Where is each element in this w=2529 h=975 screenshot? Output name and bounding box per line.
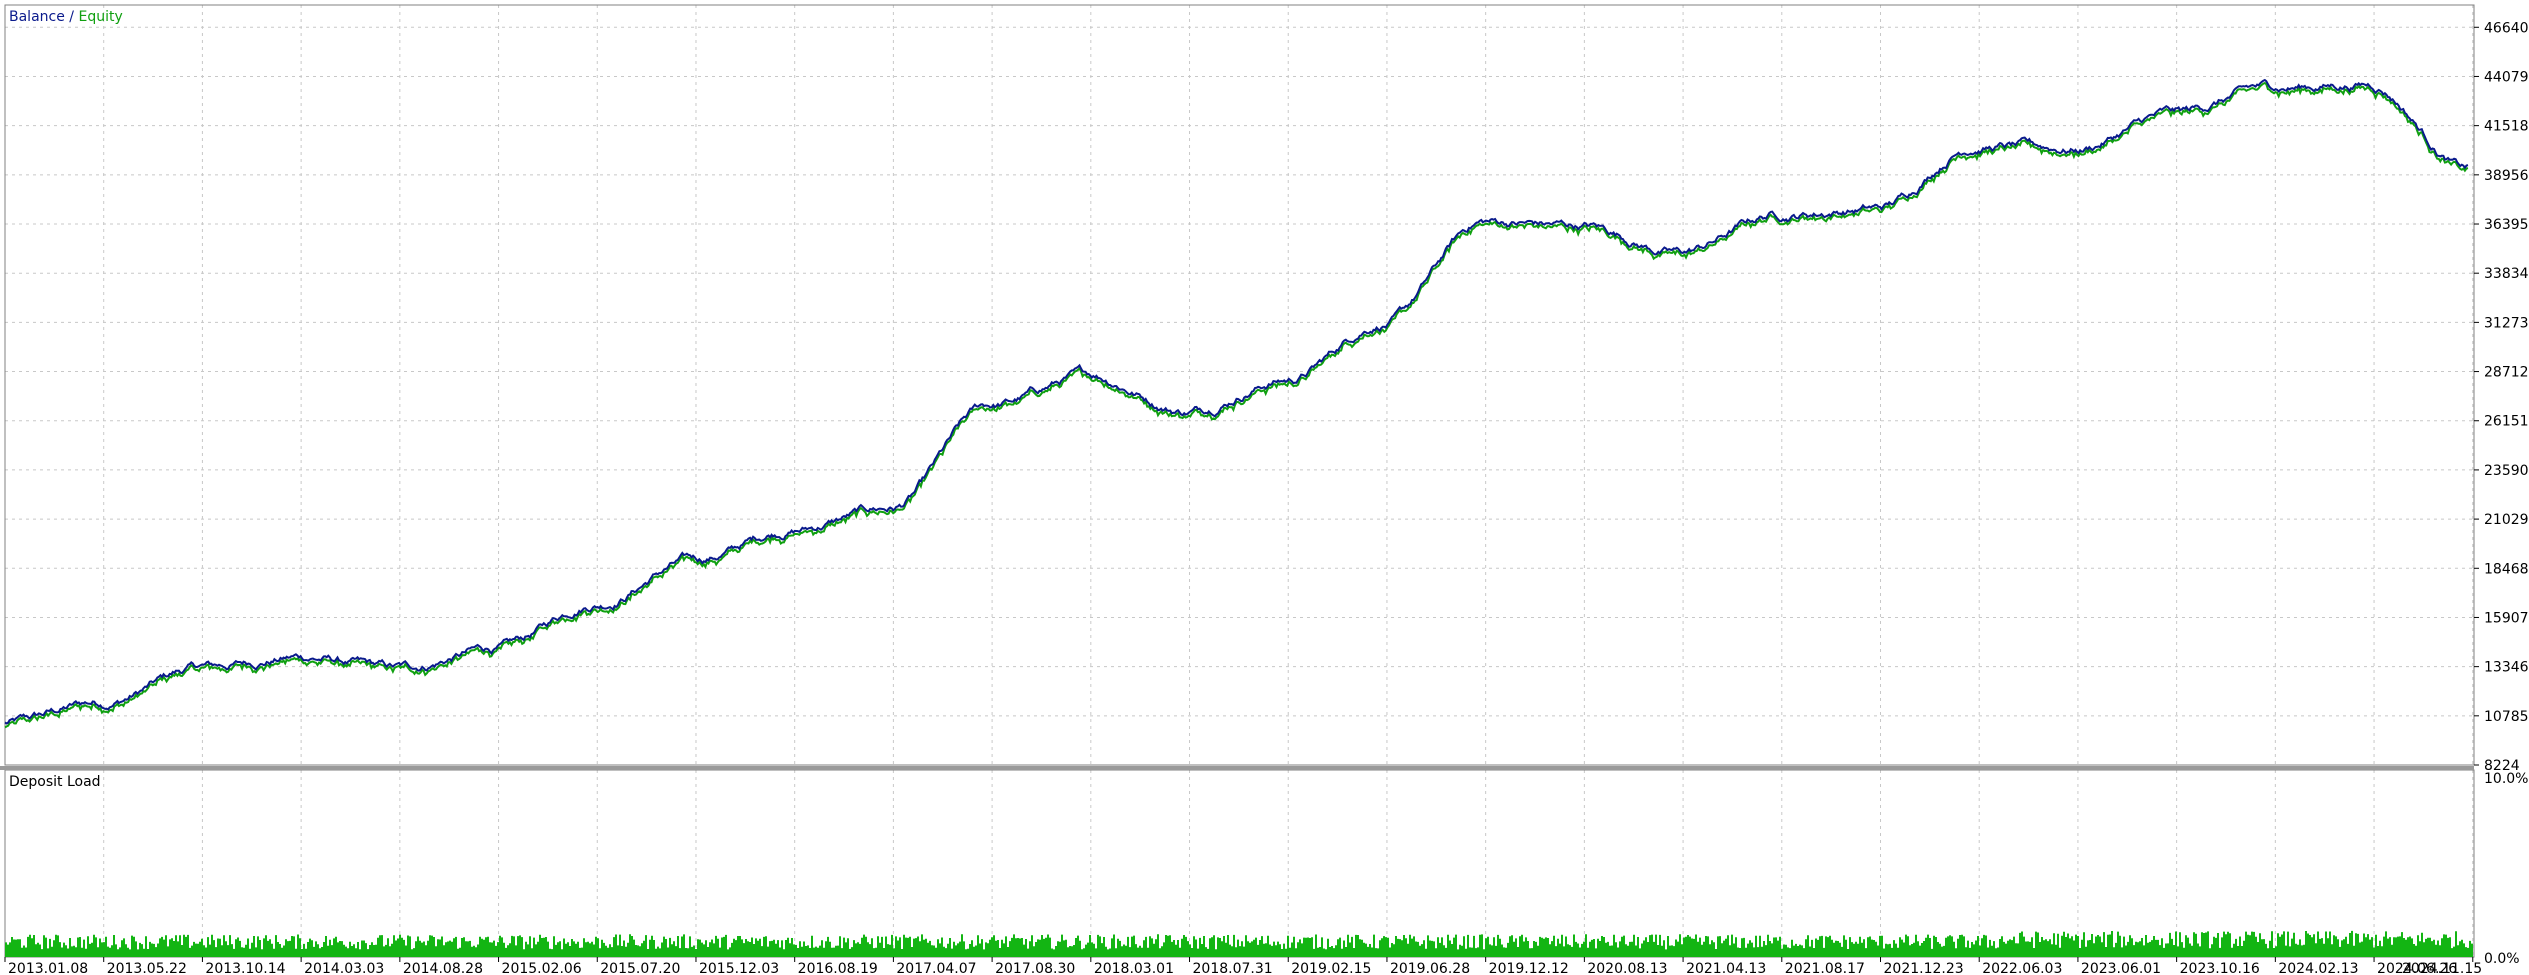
y-tick-label: 26151 <box>2484 414 2529 430</box>
x-axis-ticks: 2013.01.08 2013.05.22 2013.10.14 2014.03.03… <box>4 957 2482 975</box>
y-tick-label: 21029 <box>2484 512 2529 528</box>
x-tick-label: 2019.06.28 <box>1390 961 1470 975</box>
x-tick-label: 2021.08.17 <box>1785 961 1865 975</box>
deposit-load-bars-path <box>5 930 2473 957</box>
x-tick-label: 2021.12.23 <box>1884 961 1964 975</box>
x-tick-label: 2013.01.08 <box>8 961 88 975</box>
panel-separator <box>0 766 2474 770</box>
y-tick-label: 31273 <box>2484 315 2529 331</box>
legend-equity: Equity <box>78 9 122 25</box>
y-tick-label: 10785 <box>2484 709 2529 725</box>
y-tick-label: 46640 <box>2484 20 2529 36</box>
x-tick-label: 2013.10.14 <box>205 961 285 975</box>
x-tick-label: 2018.07.31 <box>1193 961 1273 975</box>
legend-balance: Balance <box>9 9 65 25</box>
x-tick-label: 2021.04.13 <box>1686 961 1766 975</box>
x-tick-label: 2019.12.12 <box>1489 961 1569 975</box>
deposit-load-max-label: 10.0% <box>2484 771 2528 787</box>
series-line-equity <box>4 81 2469 729</box>
x-tick-label: 2024.02.13 <box>2278 961 2358 975</box>
y-tick-label: 36395 <box>2484 217 2529 233</box>
x-tick-label: 2024.11.15 <box>2402 961 2482 975</box>
y-tick-label: 33834 <box>2484 266 2529 282</box>
x-tick-label: 2014.03.03 <box>304 961 384 975</box>
x-tick-label: 2013.05.22 <box>107 961 187 975</box>
x-tick-label: 2018.03.01 <box>1094 961 1174 975</box>
deposit-load-title: Deposit Load <box>9 774 101 790</box>
legend: Balance / Equity <box>9 9 123 25</box>
y-tick-label: 28712 <box>2484 365 2529 381</box>
y-axis-ticks: 46640 44079 41518 38956 36395 33834 31273 28712… <box>2474 20 2529 774</box>
main-grid <box>5 5 2474 765</box>
deposit-load-bars <box>5 930 2473 957</box>
x-tick-label: 2023.06.01 <box>2081 961 2161 975</box>
series-layer <box>4 78 2469 729</box>
y-tick-label: 44079 <box>2484 69 2529 85</box>
lower-grid <box>103 770 2474 957</box>
deposit-load-min-label: 0.0% <box>2484 951 2520 967</box>
lower-plot-frame <box>4 769 2475 958</box>
balance-equity-chart: 46640 44079 41518 38956 36395 33834 31273 28712… <box>0 4 2529 975</box>
x-tick-label: 2022.06.03 <box>1982 961 2062 975</box>
x-tick-label: 2023.10.16 <box>2180 961 2260 975</box>
y-tick-label: 13346 <box>2484 660 2529 676</box>
x-tick-label: 2015.02.06 <box>502 961 582 975</box>
y-tick-label: 41518 <box>2484 119 2529 135</box>
y-tick-label: 15907 <box>2484 610 2529 626</box>
x-tick-label: 2015.12.03 <box>699 961 779 975</box>
legend-separator: / <box>69 9 74 25</box>
y-tick-label: 38956 <box>2484 168 2529 184</box>
x-tick-label: 2014.08.28 <box>403 961 483 975</box>
y-tick-label: 18468 <box>2484 561 2529 577</box>
x-tick-label: 2015.07.20 <box>600 961 680 975</box>
y-tick-label: 23590 <box>2484 463 2529 479</box>
x-tick-label: 2020.08.13 <box>1587 961 1667 975</box>
main-plot-frame <box>4 4 2475 766</box>
x-tick-label: 2017.04.07 <box>896 961 976 975</box>
x-tick-label: 2017.08.30 <box>995 961 1075 975</box>
x-tick-label: 2016.08.19 <box>798 961 878 975</box>
x-tick-label: 2019.02.15 <box>1291 961 1371 975</box>
